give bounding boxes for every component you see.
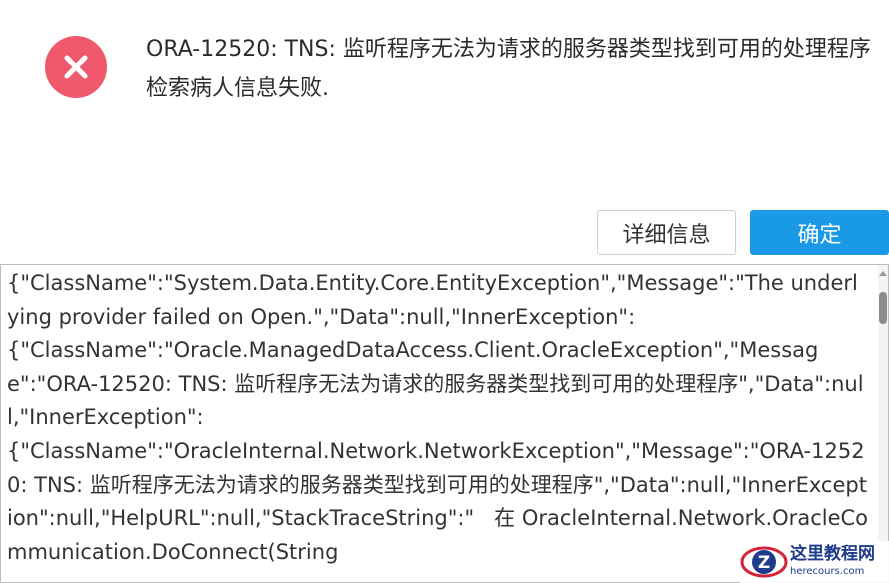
watermark: Z 这里教程网 herecours.com [740, 541, 889, 583]
details-text: {"ClassName":"System.Data.Entity.Core.En… [7, 271, 868, 564]
ok-button[interactable]: 确定 [750, 210, 889, 255]
details-text-area[interactable]: {"ClassName":"System.Data.Entity.Core.En… [0, 264, 889, 583]
watermark-logo-letter: Z [758, 553, 770, 573]
scroll-up-arrow-icon[interactable] [879, 271, 887, 276]
details-button[interactable]: 详细信息 [597, 210, 736, 255]
scroll-thumb[interactable] [879, 292, 887, 324]
watermark-url: herecours.com [790, 566, 865, 578]
watermark-title: 这里教程网 [790, 544, 875, 565]
error-dialog: ORA-12520: TNS: 监听程序无法为请求的服务器类型找到可用的处理程序… [0, 0, 889, 583]
watermark-logo-icon: Z [740, 542, 788, 582]
vertical-scrollbar[interactable] [878, 265, 888, 582]
error-x-icon [45, 36, 107, 98]
error-message: ORA-12520: TNS: 监听程序无法为请求的服务器类型找到可用的处理程序… [146, 37, 871, 101]
